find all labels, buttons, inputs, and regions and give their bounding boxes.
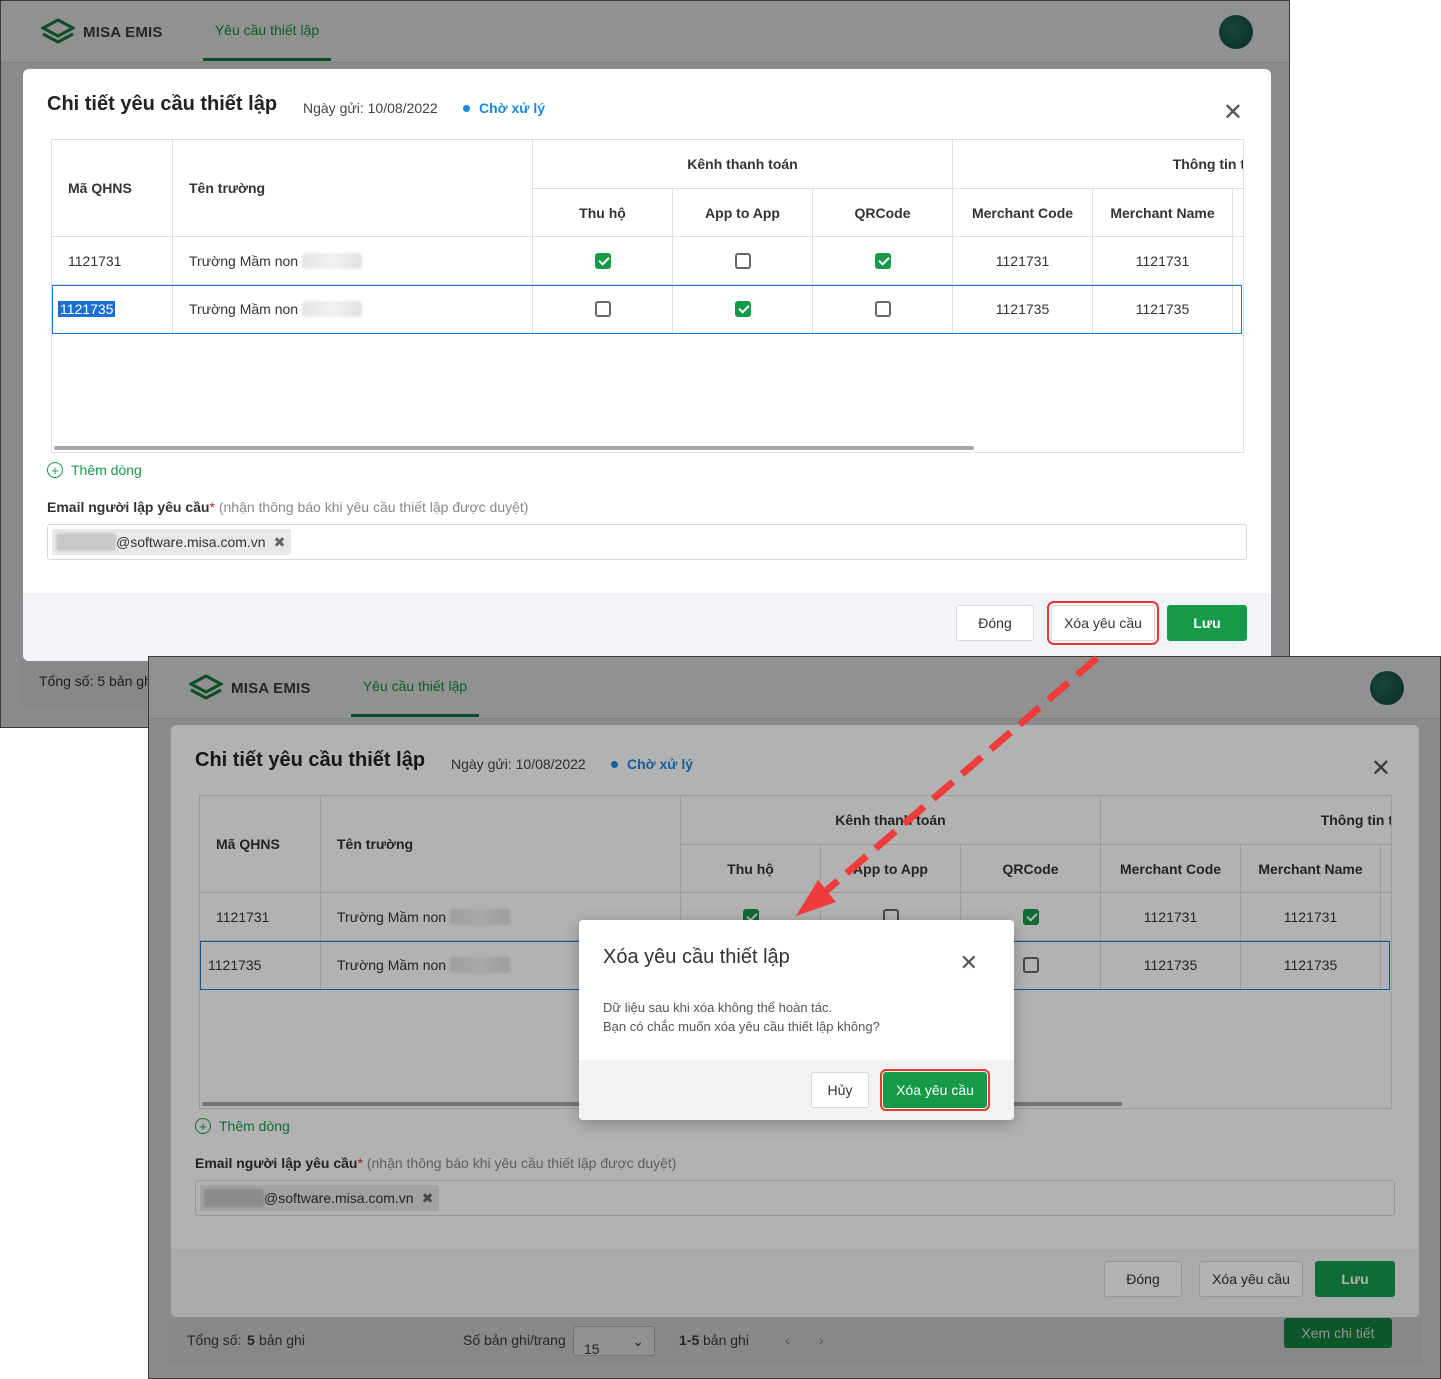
detail-modal: Chi tiết yêu cầu thiết lập Ngày gửi: 10/… (23, 69, 1271, 661)
confirm-title: Xóa yêu cầu thiết lập (603, 946, 790, 968)
cell-app (673, 285, 813, 334)
email-hint: (nhận thông báo khi yêu cầu thiết lập đư… (218, 499, 529, 515)
cell-qr (813, 285, 953, 334)
school-name: Trường Mầm non (189, 252, 299, 269)
selected-text: 1121735 (58, 301, 116, 317)
modal-footer: Đóng Xóa yêu cầu Lưu (23, 593, 1271, 661)
blurred-text (302, 301, 363, 317)
email-chip: @software.misa.com.vn ✖ (52, 529, 292, 555)
remove-chip-icon[interactable]: ✖ (274, 534, 286, 551)
save-button[interactable]: Lưu (1167, 605, 1247, 641)
email-field[interactable]: @software.misa.com.vn ✖ (47, 524, 1247, 560)
col-app-to-app: App to App (673, 189, 813, 237)
cell-ten[interactable]: Trường Mầm non (173, 285, 533, 334)
checkbox-app-to-app[interactable] (734, 301, 751, 317)
screenshot-after: MISA EMIS Yêu cầu thiết lập Tổng số: 5 b… (148, 656, 1441, 1379)
checkbox-thu-ho[interactable] (594, 252, 611, 269)
col-qrcode: QRCode (813, 189, 953, 237)
cell-app (673, 237, 813, 285)
col-merchant-name: Merchant Name (1093, 189, 1233, 237)
school-name: Trường Mầm non (189, 301, 299, 317)
col-thu-ho: Thu hộ (533, 189, 673, 237)
col-ten-truong: Tên trường (173, 140, 533, 237)
email-label-text: Email người lập yêu cầu (47, 499, 210, 515)
confirm-message: Dữ liệu sau khi xóa không thể hoàn tác. … (603, 998, 880, 1036)
add-row-button[interactable]: + Thêm dòng (47, 462, 142, 478)
col-merchant-code: Merchant Code (953, 189, 1093, 237)
status-text: Chờ xử lý (479, 100, 545, 116)
cancel-button[interactable]: Hủy (811, 1072, 869, 1108)
confirm-delete-button[interactable]: Xóa yêu cầu (880, 1069, 990, 1111)
email-label: Email người lập yêu cầu* (nhận thông báo… (47, 499, 528, 515)
blurred-text (56, 533, 116, 551)
detail-grid: Mã QHNS Tên trường Kênh thanh toán Thông… (51, 139, 1244, 453)
cell-extra (1233, 285, 1243, 334)
col-extra (1233, 189, 1243, 237)
cell-merchant-code[interactable]: 1121735 (953, 285, 1093, 334)
checkbox-qrcode[interactable] (874, 252, 891, 269)
status-badge: Chờ xử lý (463, 100, 545, 116)
col-group-kenh: Kênh thanh toán (533, 140, 953, 189)
confirm-dialog: Xóa yêu cầu thiết lập ✕ Dữ liệu sau khi … (579, 920, 1014, 1120)
checkbox-qrcode[interactable] (874, 301, 891, 317)
horizontal-scrollbar[interactable] (54, 446, 974, 450)
confirm-line-1: Dữ liệu sau khi xóa không thể hoàn tác. (603, 1000, 833, 1015)
required-mark: * (209, 499, 215, 515)
cell-ma[interactable]: 1121731 (52, 237, 173, 285)
cell-qr (813, 237, 953, 285)
confirm-footer: Hủy Xóa yêu cầu (579, 1060, 1014, 1120)
screenshot-before: MISA EMIS Yêu cầu thiết lập Tổng số: 5 b… (0, 0, 1290, 728)
add-row-label: Thêm dòng (71, 462, 142, 478)
confirm-line-2: Bạn có chắc muốn xóa yêu cầu thiết lập k… (603, 1019, 880, 1034)
delete-request-button[interactable]: Xóa yêu cầu (1047, 601, 1159, 645)
col-ma-qhns: Mã QHNS (52, 140, 173, 237)
blurred-text (302, 252, 363, 269)
plus-circle-icon: + (47, 462, 63, 478)
close-icon[interactable]: ✕ (1223, 101, 1243, 125)
sent-date: Ngày gửi: 10/08/2022 (303, 100, 438, 116)
cell-thu-ho (533, 285, 673, 334)
cell-merchant-name[interactable]: 1121731 (1093, 237, 1233, 285)
status-dot-icon (463, 104, 470, 112)
close-icon[interactable]: ✕ (960, 952, 978, 974)
cell-merchant-name[interactable]: 1121735 (1093, 285, 1233, 334)
modal-title: Chi tiết yêu cầu thiết lập (47, 93, 278, 115)
col-group-thongtin: Thông tin t (953, 140, 1243, 189)
cell-ten[interactable]: Trường Mầm non (173, 237, 533, 285)
cell-merchant-code[interactable]: 1121731 (953, 237, 1093, 285)
cell-ma[interactable]: 1121735 (52, 285, 173, 334)
cell-extra (1233, 237, 1243, 285)
cell-thu-ho (533, 237, 673, 285)
checkbox-thu-ho[interactable] (594, 301, 611, 317)
checkbox-app-to-app[interactable] (734, 252, 751, 269)
email-suffix: @software.misa.com.vn (116, 534, 266, 550)
close-button[interactable]: Đóng (956, 605, 1034, 641)
